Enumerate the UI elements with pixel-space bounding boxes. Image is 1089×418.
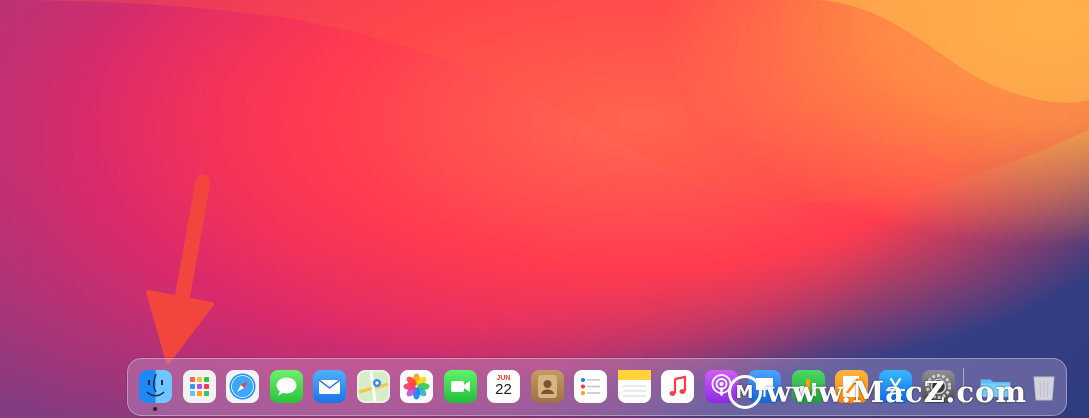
finder-icon bbox=[146, 373, 165, 397]
dock-item-mail[interactable] bbox=[313, 370, 346, 403]
dock-item-notes[interactable] bbox=[618, 370, 651, 403]
dock-item-trash[interactable] bbox=[1027, 370, 1060, 403]
watermark-text: www.MacZ.com bbox=[766, 375, 1028, 409]
launchpad-icon bbox=[190, 377, 209, 396]
music-icon bbox=[669, 375, 687, 396]
finder-running-indicator bbox=[153, 407, 157, 411]
dock-item-photos[interactable] bbox=[400, 370, 433, 403]
dock-item-facetime[interactable] bbox=[444, 370, 477, 403]
watermark-logo-icon: M bbox=[728, 375, 762, 409]
dock-item-launchpad[interactable] bbox=[183, 370, 216, 403]
dock-item-contacts[interactable] bbox=[531, 370, 564, 403]
facetime-icon bbox=[451, 381, 470, 392]
notes-icon bbox=[618, 370, 651, 397]
messages-icon bbox=[276, 377, 297, 396]
dock-item-music[interactable] bbox=[661, 370, 694, 403]
red-arrow-annotation bbox=[146, 174, 214, 364]
dock-item-messages[interactable] bbox=[270, 370, 303, 403]
reminders-icon bbox=[581, 378, 600, 395]
calendar-day-label: 22 bbox=[495, 381, 512, 398]
watermark: M www.MacZ.com bbox=[728, 372, 1027, 412]
dock-item-maps[interactable] bbox=[357, 370, 390, 403]
contacts-icon bbox=[538, 375, 557, 398]
dock-item-safari[interactable] bbox=[226, 370, 259, 403]
dock-item-reminders[interactable] bbox=[574, 370, 607, 403]
dock-item-finder[interactable] bbox=[139, 370, 172, 403]
photos-icon bbox=[403, 373, 430, 400]
dock-item-calendar[interactable]: JUN 22 bbox=[487, 370, 520, 403]
safari-icon bbox=[229, 373, 256, 400]
trash-icon bbox=[1032, 376, 1055, 401]
watermark-logo-letter: M bbox=[735, 381, 755, 403]
maps-icon bbox=[358, 371, 389, 402]
mail-icon bbox=[318, 379, 341, 394]
